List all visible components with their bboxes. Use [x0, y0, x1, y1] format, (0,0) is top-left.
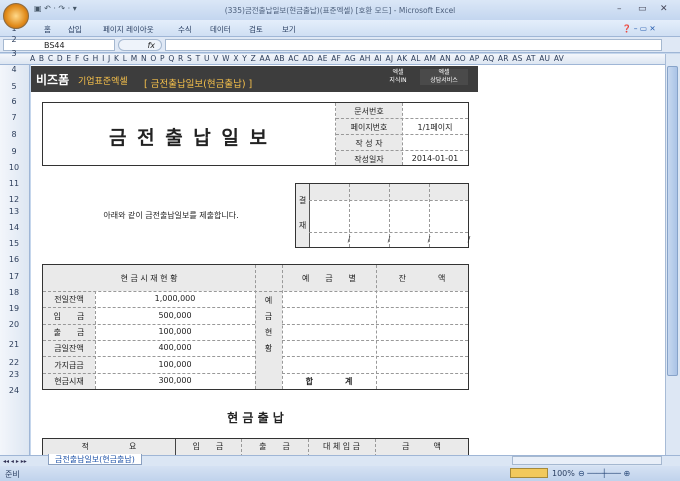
tab-home[interactable]: 홈: [44, 24, 51, 35]
ribbon-tabs: [0, 20, 680, 37]
zoom-slider[interactable]: ⊖ ───┼─── ⊕: [578, 469, 630, 478]
cash-row-label: 입 금: [53, 312, 85, 321]
cash-row-label: 가지급금: [54, 361, 84, 370]
row-number[interactable]: 4: [0, 65, 28, 74]
row-number[interactable]: 2: [0, 35, 28, 44]
tab-view[interactable]: 보기: [282, 24, 296, 35]
status-bar: 준비 100% ⊖ ───┼─── ⊕: [0, 466, 680, 481]
row-number[interactable]: 12: [0, 195, 28, 204]
office-button[interactable]: [3, 3, 29, 29]
view-buttons[interactable]: [510, 468, 548, 478]
row-number[interactable]: 15: [0, 239, 28, 248]
status-ready: 준비: [5, 470, 20, 479]
info-label: 문서번호: [354, 107, 384, 116]
horizontal-scrollbar[interactable]: [512, 456, 662, 465]
minimize-button[interactable]: –: [617, 4, 622, 14]
bizform-banner: 비즈폼 기업표준엑셀 [ 금전출납일보(현금출납) ] 엑셀 지식IN 엑셀 상담서…: [31, 66, 478, 92]
formula-input[interactable]: [165, 39, 662, 51]
tab-page-layout[interactable]: 페이지 레이아웃: [103, 24, 154, 35]
row-number[interactable]: 10: [0, 163, 28, 172]
cash-row-label: 금일잔액: [54, 344, 84, 353]
info-label: 페이지번호: [350, 123, 388, 132]
col-header-amount: 금 액: [402, 442, 441, 451]
deposit-status-label: 예금현황: [264, 296, 273, 353]
approval-date[interactable]: /: [429, 235, 509, 244]
window-title: (335)금전출납일보(현금출납)(표준엑셀) [호환 모드] - Micros…: [224, 6, 456, 15]
info-label: 작 성 자: [355, 139, 383, 148]
cash-row-value[interactable]: 100,000: [95, 360, 255, 369]
col-header-description: 적 요: [81, 442, 137, 451]
fx-icon[interactable]: fx: [118, 39, 162, 51]
col-header-transfer: 대 체 입 금: [322, 442, 361, 451]
bizform-logo: 비즈폼: [36, 73, 70, 87]
maximize-button[interactable]: ▭: [638, 4, 647, 14]
row-headers[interactable]: 123456789101112131415161718192021222324: [0, 24, 30, 455]
info-label: 작성일자: [354, 155, 384, 164]
worksheet-grid[interactable]: 비즈폼 기업표준엑셀 [ 금전출납일보(현금출납) ] 엑셀 지식IN 엑셀 상담서…: [31, 65, 665, 455]
row-number[interactable]: 19: [0, 304, 28, 313]
approval-label: 결: [298, 196, 307, 205]
approval-label: 재: [298, 221, 307, 230]
document-title: 금 전 출 납 일 보: [109, 127, 269, 149]
banner-title: [ 금전출납일보(현금출납) ]: [144, 79, 253, 90]
knowledge-in-button[interactable]: 엑셀 지식IN: [380, 69, 416, 85]
cash-row-value[interactable]: 1,000,000: [95, 294, 255, 303]
row-number[interactable]: 24: [0, 386, 28, 395]
row-number[interactable]: 18: [0, 288, 28, 297]
row-number[interactable]: 9: [0, 147, 28, 156]
sheet-tab[interactable]: 금전출납일보(현금출납): [48, 454, 142, 465]
help-icon[interactable]: ❓ – ▭ ✕: [622, 24, 656, 33]
tab-formulas[interactable]: 수식: [178, 24, 192, 35]
row-number[interactable]: 6: [0, 97, 28, 106]
deposit-total-label: 합 계: [305, 377, 353, 386]
cash-row-value[interactable]: 500,000: [95, 311, 255, 320]
cash-row-label: 현금시재: [54, 377, 84, 386]
scrollbar-thumb[interactable]: [667, 66, 678, 376]
zoom-level[interactable]: 100%: [552, 469, 575, 478]
row-number[interactable]: 22: [0, 358, 28, 367]
row-number[interactable]: 14: [0, 223, 28, 232]
info-value[interactable]: 2014-01-01: [402, 154, 468, 163]
row-number[interactable]: 17: [0, 272, 28, 281]
row-number[interactable]: 16: [0, 255, 28, 264]
row-number[interactable]: 3: [0, 49, 28, 58]
cash-row-value[interactable]: 400,000: [95, 343, 255, 352]
row-number[interactable]: 21: [0, 340, 28, 349]
row-number[interactable]: 5: [0, 82, 28, 91]
cash-status-header: 현 금 시 재 현 황: [120, 274, 178, 283]
row-number[interactable]: 8: [0, 130, 28, 139]
close-button[interactable]: ✕: [660, 4, 668, 14]
tab-insert[interactable]: 삽입: [68, 24, 82, 35]
info-value[interactable]: 1/1페이지: [402, 122, 468, 133]
cash-io-title: 현 금 출 납: [227, 411, 284, 425]
row-number[interactable]: 7: [0, 113, 28, 122]
row-number[interactable]: 20: [0, 320, 28, 329]
row-number[interactable]: 13: [0, 207, 28, 216]
column-headers[interactable]: A B C D E F G H I J K L M N O P Q R S T …: [0, 54, 665, 65]
balance-header: 잔 액: [398, 274, 446, 283]
cash-row-value[interactable]: 100,000: [95, 327, 255, 336]
consult-service-button[interactable]: 엑셀 상담서비스: [420, 69, 468, 85]
col-header-withdrawal: 출 금: [259, 442, 290, 451]
row-number[interactable]: 23: [0, 370, 28, 379]
brand-label: 기업표준엑셀: [78, 77, 128, 87]
tab-review[interactable]: 검토: [249, 24, 263, 35]
row-number[interactable]: 11: [0, 179, 28, 188]
col-header-deposit: 입 금: [192, 442, 224, 451]
cash-row-label: 전일잔액: [54, 295, 84, 304]
cash-row-label: 출 금: [53, 328, 85, 337]
cash-row-value[interactable]: 300,000: [95, 376, 255, 385]
deposit-header: 예 금 별: [301, 274, 357, 283]
tab-data[interactable]: 데이터: [210, 24, 231, 35]
submission-statement: 아래와 같이 금전출납일보를 제출합니다.: [103, 211, 239, 220]
